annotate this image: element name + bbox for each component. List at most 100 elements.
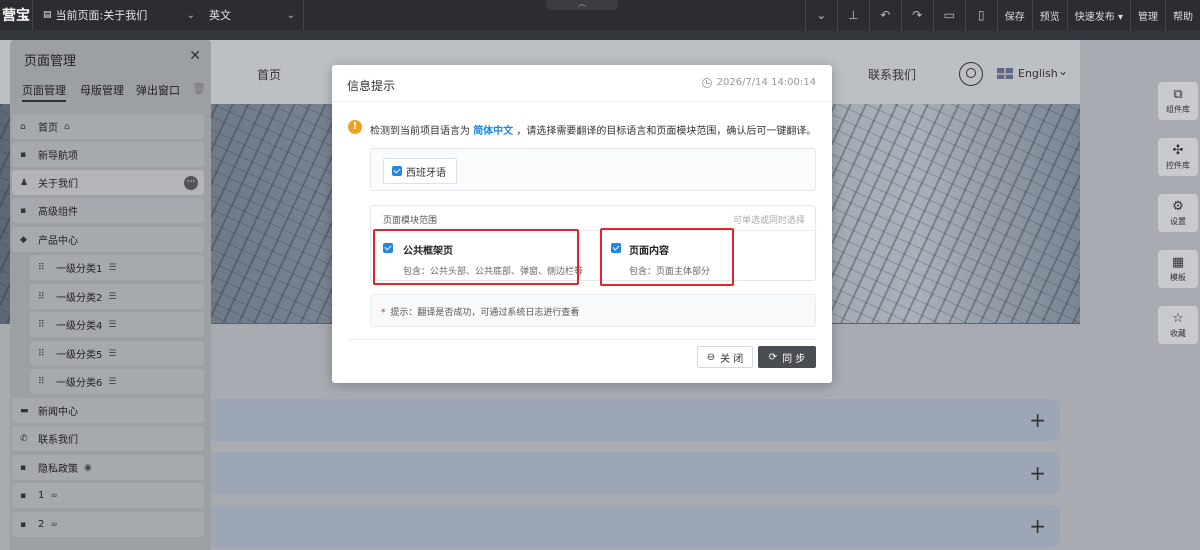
rail-template[interactable]: ▦ 模板 — [1158, 250, 1198, 288]
page-item-label: 产品中心 — [38, 236, 78, 247]
page-item-news[interactable]: ▬ 新闻中心 — [12, 398, 204, 423]
uk-flag-icon — [997, 68, 1013, 79]
page-item-label: 1 — [38, 490, 45, 501]
tip-text: 提示：翻译是否成功，可通过系统日志进行查看 — [390, 308, 580, 318]
close-button[interactable]: ⊖ 关 闭 — [697, 346, 753, 368]
current-page-label: 当前页面:关于我们 — [55, 9, 148, 22]
grid-icon: ⠿ — [38, 262, 45, 273]
refresh-icon: ⟳ — [768, 351, 778, 363]
accordion-item[interactable]: + — [208, 452, 1060, 494]
trash-icon[interactable]: 🗑 — [192, 78, 206, 102]
sync-button[interactable]: ⟳ 同 步 — [758, 346, 816, 368]
dialog-notice: 检测到当前项目语言为 简体中文 ，请选择需要翻译的目标语言和页面模块范围，确认后… — [370, 122, 816, 137]
page-item-category[interactable]: ⠿ 一级分类5 ☰ — [30, 341, 204, 366]
page-item-category[interactable]: ⠿ 一级分类6 ☰ — [30, 369, 204, 394]
page-item-label: 新闻中心 — [38, 407, 78, 418]
plus-icon[interactable]: + — [1029, 514, 1046, 538]
list-icon: ☰ — [108, 348, 117, 359]
language-option-spanish[interactable]: 西班牙语 — [383, 158, 457, 184]
page-item-label: 新导航项 — [38, 151, 78, 162]
page-icon: ▪ — [20, 462, 27, 473]
page-item-home[interactable]: ⌂ 首页 ⌂ — [12, 114, 204, 139]
user-icon: ♟ — [20, 177, 29, 188]
notice-language: 简体中文 — [473, 126, 514, 137]
language-select[interactable]: 英文 ⌄ — [203, 7, 303, 23]
plus-icon[interactable]: + — [1029, 408, 1046, 432]
page-item-contact[interactable]: ✆ 联系我们 — [12, 426, 204, 451]
page-item-products[interactable]: ◆ 产品中心 — [12, 227, 204, 252]
rail-control-library[interactable]: ✣ 控件库 — [1158, 138, 1198, 176]
clock-icon — [701, 77, 712, 88]
tab-popup-window[interactable]: 弹出窗口 — [136, 78, 180, 102]
page-icon: ▪ — [20, 490, 27, 501]
chevron-down-icon[interactable]: ⌄ — [1058, 64, 1068, 78]
undo-icon[interactable]: ↶ — [868, 0, 901, 30]
align-icon[interactable]: ⊥ — [836, 0, 869, 30]
close-button-label: 关 闭 — [720, 353, 744, 365]
panel-header: 页面管理 ✕ — [10, 40, 211, 74]
collapse-icon[interactable]: ⌄ — [804, 0, 837, 30]
panel-title: 页面管理 — [24, 54, 77, 69]
page-item-label: 联系我们 — [38, 435, 78, 446]
list-icon: ☰ — [108, 262, 117, 273]
close-icon[interactable]: ✕ — [189, 48, 201, 64]
help-button[interactable]: 帮助 — [1165, 0, 1200, 30]
more-options-icon[interactable]: ··· — [184, 176, 198, 190]
target-language-box: 西班牙语 — [370, 148, 816, 191]
accordion-item[interactable]: + — [208, 505, 1060, 547]
redo-icon[interactable]: ↷ — [900, 0, 933, 30]
exit-icon: ⊖ — [706, 351, 716, 363]
chevron-down-icon: ⌄ — [186, 9, 195, 21]
page-item-label: 一级分类6 — [56, 378, 103, 389]
tab-master-management[interactable]: 母版管理 — [80, 78, 124, 102]
page-item-category[interactable]: ⠿ 一级分类1 ☰ — [30, 255, 204, 280]
tab-page-management[interactable]: 页面管理 — [22, 78, 66, 102]
search-icon[interactable] — [959, 62, 983, 86]
top-toolbar: 营宝 ▤ 当前页面:关于我们 ⌄ 英文 ⌄ ︿ ⌄ ⊥ ↶ ↷ ▭ ▯ 保存 预… — [0, 0, 1200, 30]
checkbox-checked-icon[interactable] — [392, 166, 402, 176]
accordion-item[interactable]: + — [208, 399, 1060, 441]
page-item-privacy[interactable]: ▪ 隐私政策 ◉ — [12, 455, 204, 480]
rail-label: 模板 — [1170, 272, 1186, 282]
page-item-2[interactable]: ▪ 2 ∞ — [12, 512, 204, 537]
mobile-view-icon[interactable]: ▯ — [964, 0, 997, 30]
page-item-label: 首页 — [38, 123, 58, 134]
rail-favorites[interactable]: ☆ 收藏 — [1158, 306, 1198, 344]
folder-icon: ◆ — [20, 234, 27, 245]
manage-button[interactable]: 管理 — [1130, 0, 1165, 30]
page-item-advanced[interactable]: ▪ 高级组件 — [12, 198, 204, 223]
page-item-about[interactable]: ♟ 关于我们 ··· — [12, 170, 204, 195]
page-item-label: 一级分类1 — [56, 264, 103, 275]
list-icon: ☰ — [108, 319, 117, 330]
list-icon: ☰ — [108, 291, 117, 302]
rail-settings[interactable]: ⚙ 设置 — [1158, 194, 1198, 232]
page-item-new-nav[interactable]: ▪ 新导航项 — [12, 142, 204, 167]
current-page-select[interactable]: ▤ 当前页面:关于我们 ⌄ — [33, 7, 203, 23]
scope-title: 页面模块范围 — [383, 216, 438, 226]
collapse-toolbar-handle[interactable]: ︿ — [546, 0, 618, 10]
list-icon: ☰ — [108, 376, 117, 387]
favorites-icon: ☆ — [1172, 310, 1184, 326]
rail-label: 控件库 — [1166, 160, 1190, 170]
rail-component-library[interactable]: ⧉ 组件库 — [1158, 82, 1198, 120]
site-nav-home[interactable]: 首页 — [257, 66, 281, 83]
plus-icon[interactable]: + — [1029, 461, 1046, 485]
dialog-timestamp: 2026/7/14 14:00:14 — [701, 77, 816, 88]
preview-button[interactable]: 预览 — [1031, 0, 1067, 30]
eye-icon: ◉ — [84, 462, 92, 473]
page-item-1[interactable]: ▪ 1 ∞ — [12, 483, 204, 508]
page-item-label: 2 — [38, 519, 45, 530]
page-item-category[interactable]: ⠿ 一级分类2 ☰ — [30, 284, 204, 309]
grid-icon: ⠿ — [38, 348, 45, 359]
site-nav-contact[interactable]: 联系我们 — [868, 66, 916, 83]
desktop-view-icon[interactable]: ▭ — [932, 0, 965, 30]
notice-suffix: ，请选择需要翻译的目标语言和页面模块范围，确认后可一键翻译。 — [516, 126, 817, 137]
link-icon: ∞ — [50, 490, 58, 501]
page-item-label: 一级分类5 — [56, 350, 103, 361]
page-item-category[interactable]: ⠿ 一级分类4 ☰ — [30, 312, 204, 337]
page-item-label: 隐私政策 — [38, 464, 78, 475]
site-language-label[interactable]: English — [1018, 67, 1058, 80]
save-button[interactable]: 保存 — [996, 0, 1032, 30]
info-dialog: 信息提示 2026/7/14 14:00:14 ! 检测到当前项目语言为 简体中… — [332, 65, 832, 383]
quick-publish-button[interactable]: 快速发布 ▾ — [1066, 0, 1130, 30]
